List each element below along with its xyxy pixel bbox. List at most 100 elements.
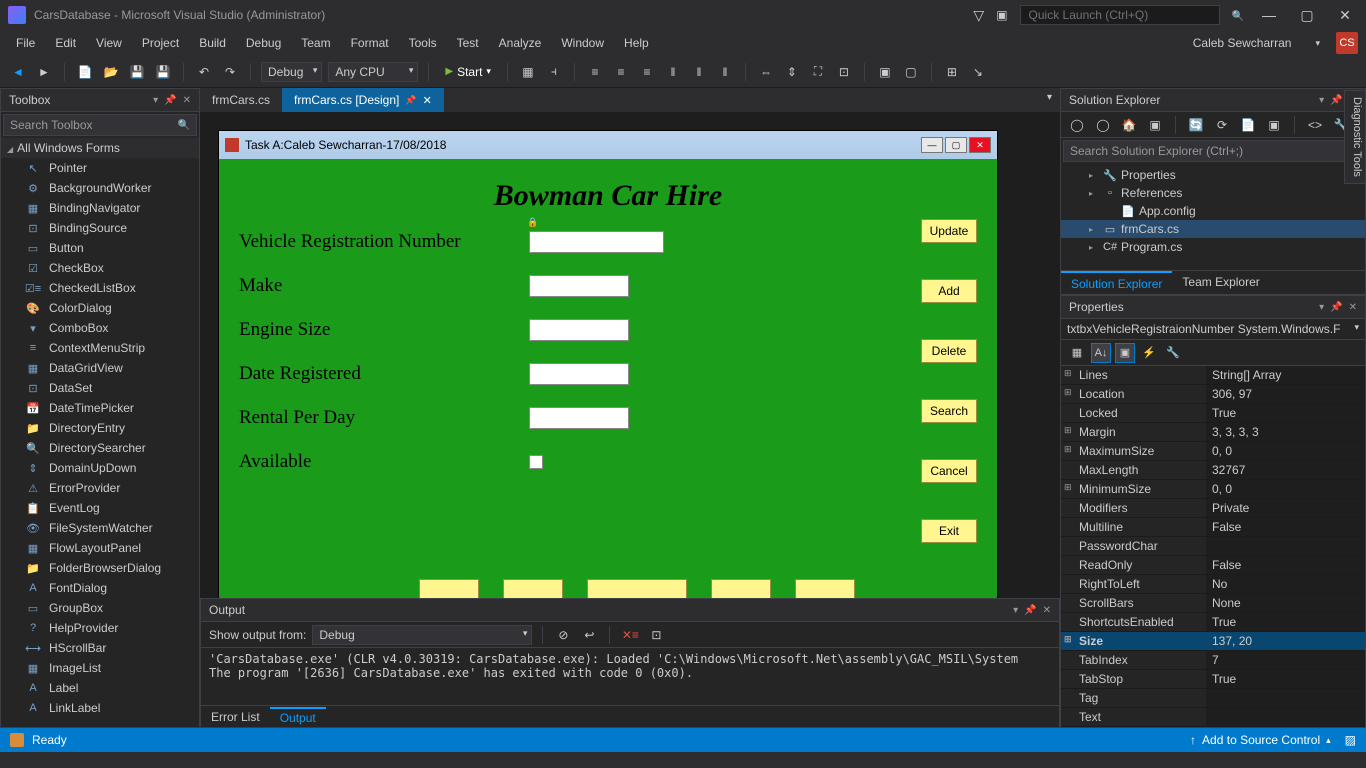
nav-back-icon[interactable]: ◄ xyxy=(8,62,28,82)
toolbox-item[interactable]: 👁FileSystemWatcher xyxy=(1,518,199,538)
menu-build[interactable]: Build xyxy=(191,34,234,52)
toolbox-item[interactable]: ⚠ErrorProvider xyxy=(1,478,199,498)
prop-alpha-icon[interactable]: A↓ xyxy=(1091,343,1111,363)
property-value[interactable]: 0, 0 xyxy=(1206,442,1365,460)
flag-icon[interactable]: ▽ xyxy=(973,7,984,24)
property-value[interactable] xyxy=(1206,708,1365,726)
property-row[interactable]: Text xyxy=(1061,708,1365,727)
output-clear-all-icon[interactable]: ✕≡ xyxy=(620,625,640,645)
input-engine[interactable] xyxy=(529,319,629,341)
form-close-icon[interactable]: ✕ xyxy=(969,137,991,153)
size-icon[interactable]: ⛶ xyxy=(808,62,828,82)
property-row[interactable]: ScrollBarsNone xyxy=(1061,594,1365,613)
toolbox-item[interactable]: ALabel xyxy=(1,678,199,698)
pin-icon[interactable]: 📌 xyxy=(1330,95,1342,106)
output-wrap-icon[interactable]: ↩ xyxy=(579,625,599,645)
prop-props-icon[interactable]: ▣ xyxy=(1115,343,1135,363)
minimize-button[interactable]: — xyxy=(1256,7,1282,23)
toolbox-item[interactable]: ▦BindingNavigator xyxy=(1,198,199,218)
menu-format[interactable]: Format xyxy=(343,34,397,52)
tab-frmcars-design[interactable]: frmCars.cs [Design]📌✕ xyxy=(282,88,444,112)
prop-events-icon[interactable]: ⚡ xyxy=(1139,343,1159,363)
close-button[interactable]: ✕ xyxy=(1332,7,1358,24)
property-value[interactable]: False xyxy=(1206,556,1365,574)
tree-item[interactable]: ▸▫References xyxy=(1061,184,1365,202)
save-all-icon[interactable]: 💾 xyxy=(153,62,173,82)
search-button[interactable]: Search xyxy=(921,399,977,423)
form-designer-surface[interactable]: Task A:Caleb Sewcharran-17/08/2018 — ▢ ✕… xyxy=(200,112,1060,598)
tab-order-icon[interactable]: ⊞ xyxy=(942,62,962,82)
nav-forward-icon[interactable]: ► xyxy=(34,62,54,82)
toolbox-item[interactable]: 📅DateTimePicker xyxy=(1,398,199,418)
tree-arrow-icon[interactable]: ▸ xyxy=(1089,171,1099,180)
property-row[interactable]: LockedTrue xyxy=(1061,404,1365,423)
sol-home-icon[interactable]: 🏠 xyxy=(1119,115,1139,135)
property-row[interactable]: Tag xyxy=(1061,689,1365,708)
prop-categorized-icon[interactable]: ▦ xyxy=(1067,343,1087,363)
cancel-button[interactable]: Cancel xyxy=(921,459,977,483)
expand-icon[interactable]: ⊞ xyxy=(1064,368,1072,379)
save-icon[interactable]: 💾 xyxy=(127,62,147,82)
add-source-control[interactable]: Add to Source Control xyxy=(1202,733,1320,747)
input-date[interactable] xyxy=(529,363,629,385)
input-vehicle-reg[interactable] xyxy=(529,231,664,253)
align-v3-icon[interactable]: ‖ xyxy=(715,62,735,82)
expand-icon[interactable]: ⊞ xyxy=(1064,482,1072,493)
menu-file[interactable]: File xyxy=(8,34,43,52)
delete-button[interactable]: Delete xyxy=(921,339,977,363)
property-row[interactable]: ⊞MinimumSize0, 0 xyxy=(1061,480,1365,499)
property-value[interactable]: True xyxy=(1206,613,1365,631)
maximize-button[interactable]: ▢ xyxy=(1294,7,1320,24)
new-project-icon[interactable]: 📄 xyxy=(75,62,95,82)
close-icon[interactable]: ✕ xyxy=(1349,302,1357,313)
property-row[interactable]: PasswordChar xyxy=(1061,537,1365,556)
menu-window[interactable]: Window xyxy=(553,34,612,52)
notifications-icon[interactable]: ▣ xyxy=(996,8,1007,22)
nav-button-1[interactable] xyxy=(419,579,479,598)
toolbox-item[interactable]: ≡ContextMenuStrip xyxy=(1,338,199,358)
menu-project[interactable]: Project xyxy=(134,34,187,52)
toolbox-item[interactable]: ⚙BackgroundWorker xyxy=(1,178,199,198)
align-icon[interactable]: ▦ xyxy=(518,62,538,82)
tree-item[interactable]: 📄App.config xyxy=(1061,202,1365,220)
align-h2-icon[interactable]: ≡ xyxy=(611,62,631,82)
property-row[interactable]: ModifiersPrivate xyxy=(1061,499,1365,518)
property-value[interactable]: False xyxy=(1206,518,1365,536)
dropdown-icon[interactable]: ▾ xyxy=(153,95,158,106)
toolbox-item[interactable]: ⇕DomainUpDown xyxy=(1,458,199,478)
pin-icon[interactable]: 📌 xyxy=(405,95,416,106)
toolbox-item[interactable]: ?HelpProvider xyxy=(1,618,199,638)
align-h1-icon[interactable]: ≡ xyxy=(585,62,605,82)
toolbox-item[interactable]: ☑CheckBox xyxy=(1,258,199,278)
add-button[interactable]: Add xyxy=(921,279,977,303)
output-clear-icon[interactable]: ⊘ xyxy=(553,625,573,645)
user-avatar[interactable]: CS xyxy=(1336,32,1358,54)
property-row[interactable]: ⊞MaximumSize0, 0 xyxy=(1061,442,1365,461)
property-value[interactable]: Private xyxy=(1206,499,1365,517)
toolbox-item[interactable]: ⊡BindingSource xyxy=(1,218,199,238)
toolbox-item[interactable]: AFontDialog xyxy=(1,578,199,598)
nav-button-3[interactable] xyxy=(587,579,687,598)
sol-collapse-icon[interactable]: ▣ xyxy=(1264,115,1284,135)
output-toggle-icon[interactable]: ⊡ xyxy=(646,625,666,645)
expand-icon[interactable]: ⊞ xyxy=(1064,425,1072,436)
property-row[interactable]: ⊞LinesString[] Array xyxy=(1061,366,1365,385)
menu-team[interactable]: Team xyxy=(293,34,338,52)
toolbox-item[interactable]: ▦ImageList xyxy=(1,658,199,678)
menu-debug[interactable]: Debug xyxy=(238,34,289,52)
menu-tools[interactable]: Tools xyxy=(401,34,445,52)
toolbox-category[interactable]: All Windows Forms xyxy=(1,138,199,158)
toolbox-item[interactable]: ALinkLabel xyxy=(1,698,199,718)
send-back-icon[interactable]: ▢ xyxy=(901,62,921,82)
toolbox-item[interactable]: 📁FolderBrowserDialog xyxy=(1,558,199,578)
sol-fwd-icon[interactable]: ◯ xyxy=(1093,115,1113,135)
user-name[interactable]: Caleb Sewcharran xyxy=(1185,34,1300,52)
property-row[interactable]: TabStopTrue xyxy=(1061,670,1365,689)
property-value[interactable]: None xyxy=(1206,594,1365,612)
menu-view[interactable]: View xyxy=(88,34,130,52)
source-control-dropdown-icon[interactable]: ▴ xyxy=(1326,735,1331,746)
diagnostic-tools-tab[interactable]: Diagnostic Tools xyxy=(1344,90,1366,184)
toolbox-item[interactable]: 📋EventLog xyxy=(1,498,199,518)
tab-dropdown-icon[interactable]: ▾ xyxy=(1039,88,1060,112)
config-dropdown[interactable]: Debug xyxy=(261,62,322,82)
